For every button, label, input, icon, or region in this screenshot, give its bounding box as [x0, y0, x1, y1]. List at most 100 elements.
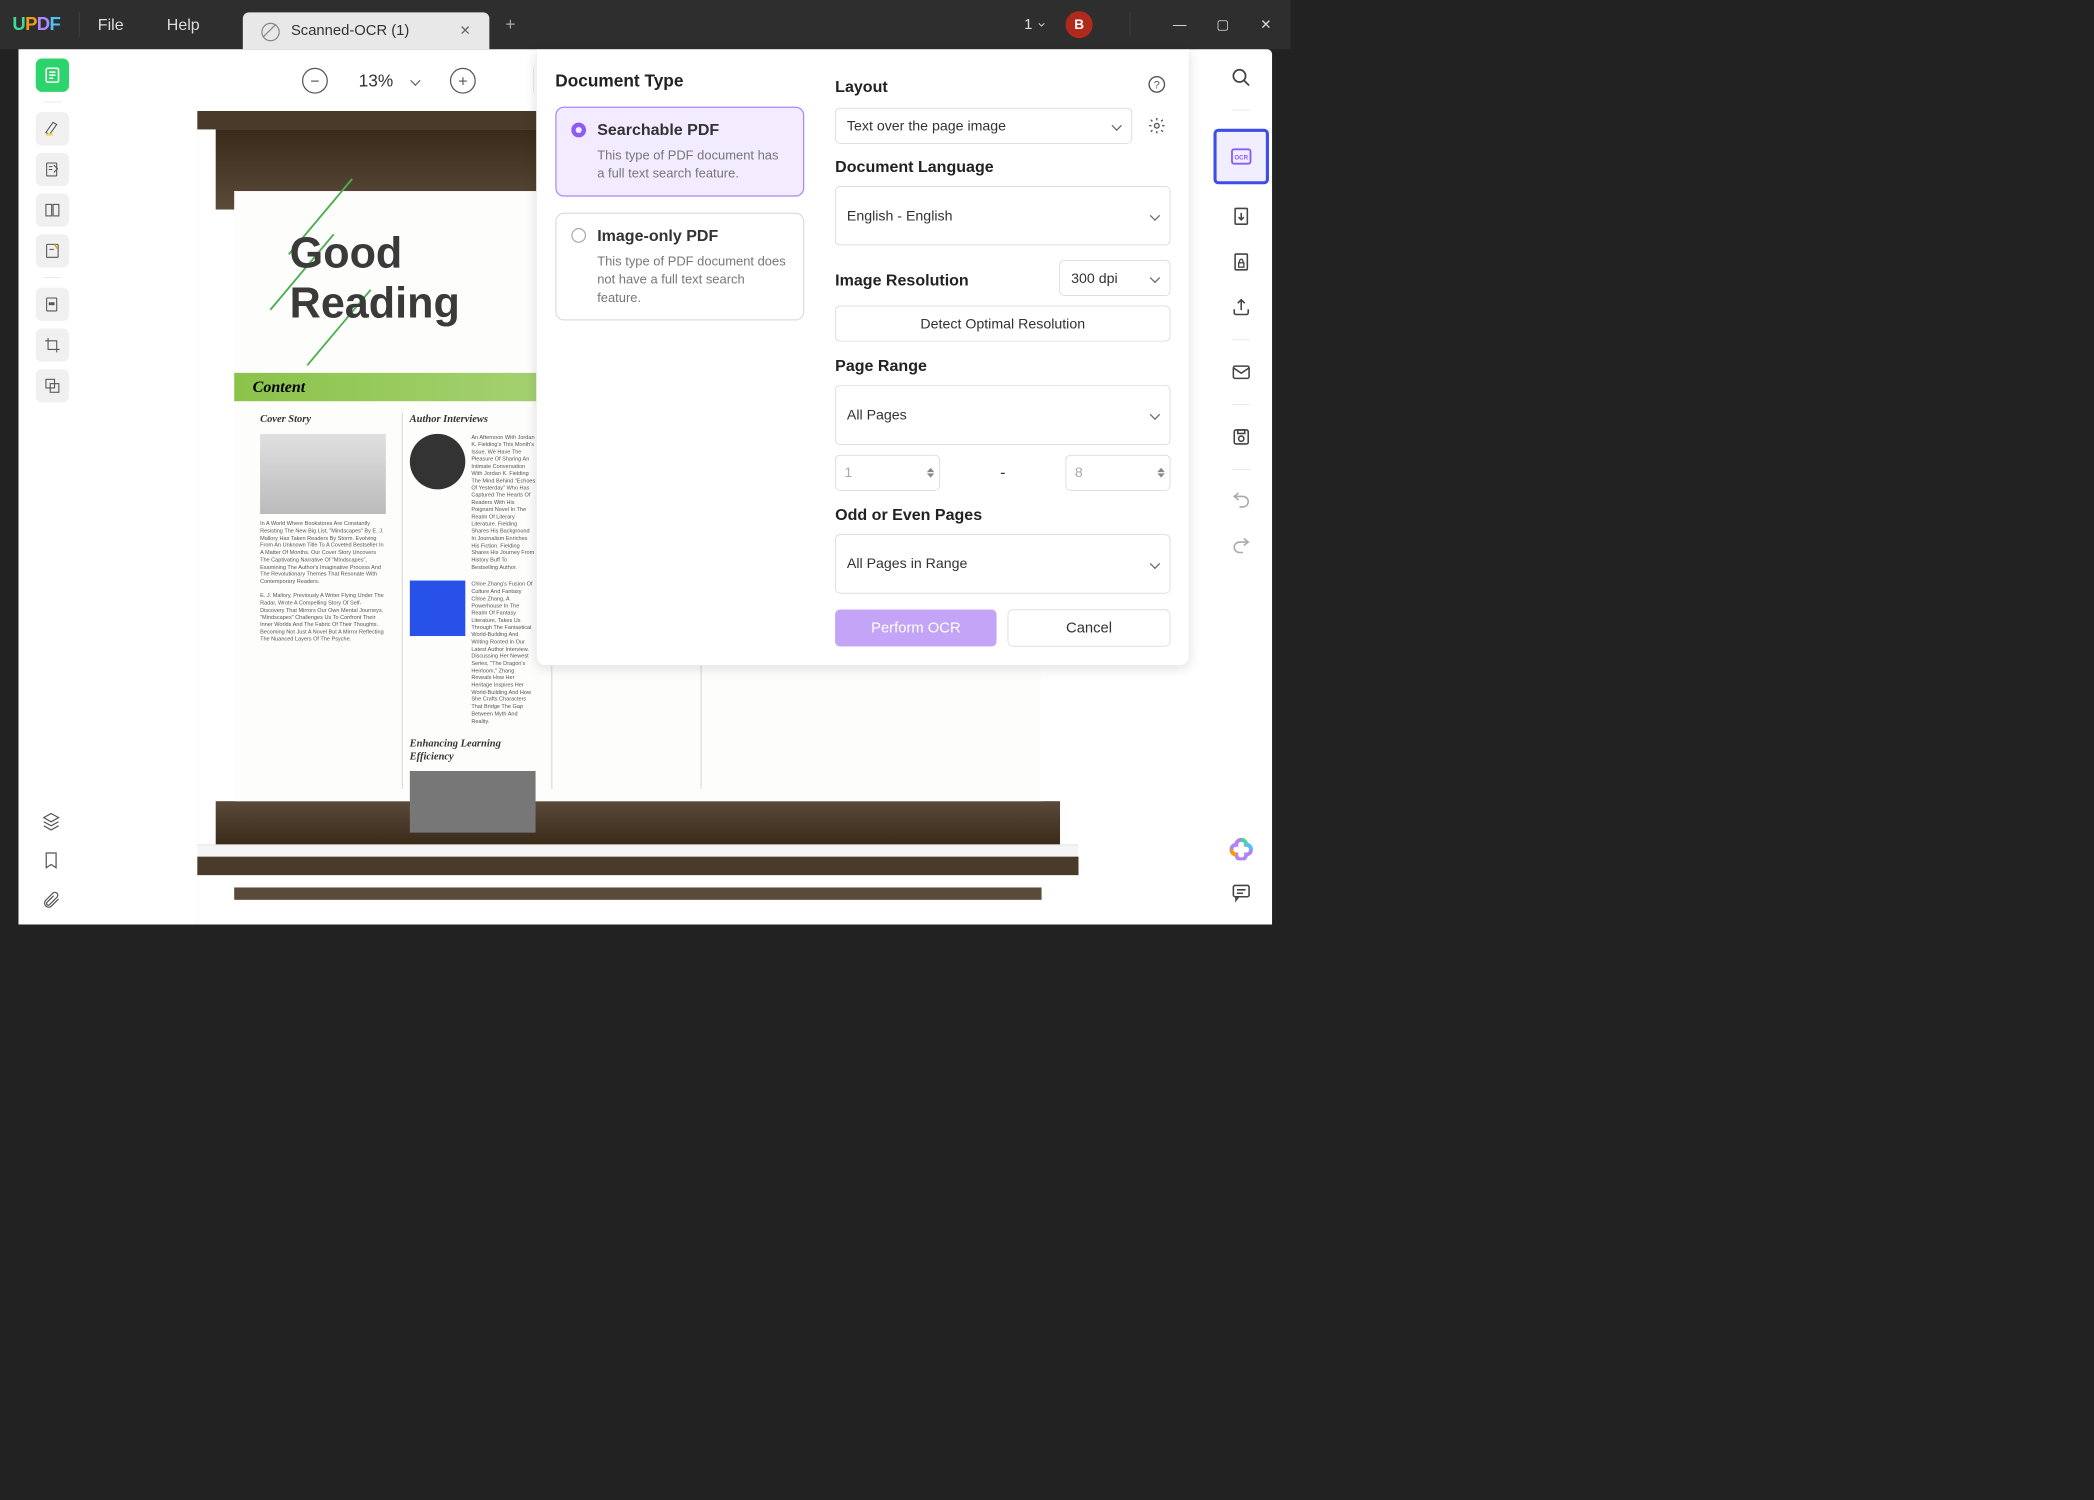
convert-button[interactable] — [1228, 203, 1255, 230]
comment-button[interactable] — [1228, 879, 1255, 906]
chevron-down-icon — [1150, 410, 1160, 420]
layers-button[interactable] — [41, 811, 63, 833]
app-logo: UPDF — [12, 14, 60, 35]
crop-icon — [44, 336, 61, 353]
close-window-button[interactable]: ✕ — [1254, 17, 1279, 33]
page-range-label: Page Range — [835, 356, 1170, 375]
separator — [43, 277, 61, 278]
compare-tool[interactable] — [36, 369, 69, 402]
highlighter-icon — [44, 120, 61, 137]
share-icon — [1231, 297, 1252, 318]
page-range-select[interactable]: All Pages — [835, 385, 1170, 444]
separator — [1232, 404, 1250, 405]
search-button[interactable] — [1228, 64, 1255, 91]
redact-tool[interactable] — [36, 288, 69, 321]
option-desc: This type of PDF document has a full tex… — [571, 147, 788, 183]
menu-help[interactable]: Help — [167, 15, 200, 34]
author-photo — [410, 434, 465, 489]
zoom-in-button[interactable]: + — [450, 68, 476, 94]
spin-up-icon[interactable] — [927, 468, 934, 472]
col-title: Enhancing Learning Efficiency — [410, 737, 536, 762]
layout-settings-button[interactable] — [1143, 112, 1170, 139]
ocr-button[interactable]: OCR — [1213, 129, 1268, 184]
detect-resolution-button[interactable]: Detect Optimal Resolution — [835, 306, 1170, 342]
language-label: Document Language — [835, 157, 1170, 176]
help-button[interactable]: ? — [1143, 71, 1170, 98]
form-tool[interactable] — [36, 234, 69, 267]
email-button[interactable] — [1228, 359, 1255, 386]
ai-button[interactable] — [1230, 837, 1253, 860]
layout-select[interactable]: Text over the page image — [835, 108, 1132, 144]
divider — [533, 68, 534, 93]
menu-file[interactable]: File — [98, 15, 124, 34]
reader-mode-button[interactable] — [36, 59, 69, 92]
chevron-down-icon — [1150, 273, 1160, 283]
paperclip-icon — [41, 890, 61, 910]
perform-ocr-button[interactable]: Perform OCR — [835, 610, 996, 647]
headline: Good Reading — [290, 228, 460, 327]
chevron-down-icon — [1150, 559, 1160, 569]
spin-down-icon[interactable] — [1157, 473, 1164, 477]
save-button[interactable] — [1228, 423, 1255, 450]
odd-even-select[interactable]: All Pages in Range — [835, 534, 1170, 593]
pages-icon — [44, 202, 61, 219]
highlighter-tool[interactable] — [36, 112, 69, 145]
zoom-out-button[interactable]: − — [302, 68, 328, 94]
bookmark-button[interactable] — [41, 850, 63, 872]
chevron-down-icon — [1150, 211, 1160, 221]
divider — [79, 12, 80, 37]
search-icon — [1231, 67, 1252, 88]
spin-down-icon[interactable] — [927, 473, 934, 477]
mail-icon — [1231, 362, 1252, 383]
help-icon: ? — [1148, 75, 1166, 93]
edit-tool[interactable] — [36, 153, 69, 186]
ai-icon — [1230, 837, 1253, 860]
attachment-button[interactable] — [41, 890, 63, 912]
form-icon — [44, 242, 61, 259]
bookmark-icon — [41, 850, 61, 870]
col-title: Author Interviews — [410, 413, 536, 426]
col-text: In A World Where Bookstores Are Constant… — [260, 520, 386, 642]
crop-tool[interactable] — [36, 328, 69, 361]
language-select[interactable]: English - English — [835, 186, 1170, 245]
protect-button[interactable] — [1228, 248, 1255, 275]
layers-icon — [41, 811, 61, 831]
svg-text:OCR: OCR — [1234, 155, 1248, 162]
convert-icon — [1231, 206, 1252, 227]
separator — [1232, 469, 1250, 470]
radio-icon — [571, 122, 586, 137]
save-icon — [1231, 426, 1252, 447]
share-button[interactable] — [1228, 294, 1255, 321]
page-icon — [43, 66, 61, 84]
maximize-button[interactable]: ▢ — [1210, 17, 1235, 33]
new-tab-button[interactable]: + — [505, 15, 515, 35]
searchable-pdf-option[interactable]: Searchable PDF This type of PDF document… — [555, 107, 804, 197]
redo-button[interactable] — [1228, 534, 1255, 561]
tab-close-button[interactable]: ✕ — [460, 23, 471, 39]
image-only-pdf-option[interactable]: Image-only PDF This type of PDF document… — [555, 212, 804, 320]
undo-button[interactable] — [1228, 488, 1255, 515]
page-from-input[interactable]: 1 — [835, 455, 940, 491]
gear-icon — [1148, 116, 1166, 134]
left-sidebar — [18, 49, 86, 924]
notification-indicator[interactable]: 1 — [1024, 16, 1047, 33]
tab-document[interactable]: Scanned-OCR (1) ✕ — [243, 12, 490, 49]
author-block — [410, 581, 465, 636]
pages-tool[interactable] — [36, 194, 69, 227]
zoom-controls: − 13% + — [302, 68, 476, 94]
minimize-button[interactable]: — — [1167, 17, 1192, 33]
spin-up-icon[interactable] — [1157, 468, 1164, 472]
learning-image — [410, 771, 536, 833]
ocr-icon: OCR — [1229, 144, 1254, 169]
chevron-down-icon — [1112, 120, 1122, 130]
right-sidebar: OCR — [1210, 49, 1272, 924]
user-avatar[interactable]: B — [1066, 11, 1093, 38]
separator — [43, 102, 61, 103]
divider — [1130, 12, 1131, 37]
page-2 — [197, 857, 1078, 925]
resolution-select[interactable]: 300 dpi — [1059, 260, 1170, 296]
zoom-dropdown[interactable] — [410, 76, 420, 86]
layout-label: Layout — [835, 77, 1132, 96]
cancel-button[interactable]: Cancel — [1008, 610, 1171, 647]
page-to-input[interactable]: 8 — [1066, 455, 1171, 491]
